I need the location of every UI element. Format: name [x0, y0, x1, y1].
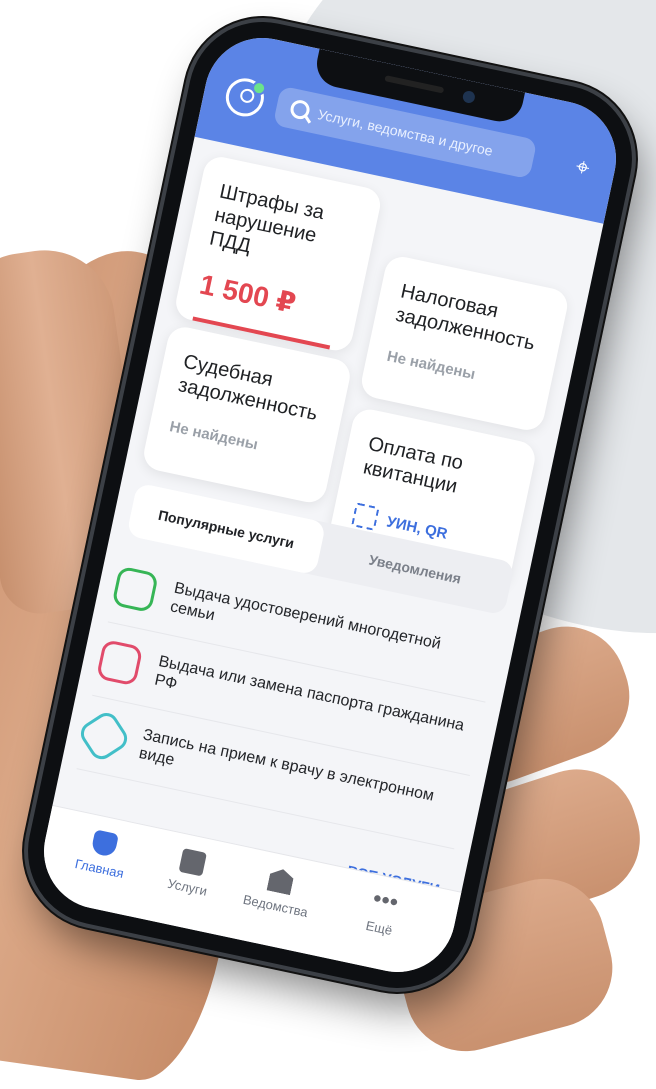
search-icon — [288, 98, 312, 121]
tax-status: Не найдены — [385, 347, 477, 384]
nav-services[interactable]: Услуги — [142, 841, 239, 904]
tax-title: Налоговая задолженность — [393, 280, 537, 355]
shield-icon — [90, 829, 119, 858]
fines-title: Штрафы за нарушение ПДД — [207, 180, 327, 258]
camera — [461, 89, 476, 105]
online-status-dot — [250, 79, 268, 97]
fines-amount: 1 500 ₽ — [196, 268, 299, 320]
court-title: Судебная задолженность — [176, 350, 320, 426]
court-card[interactable]: Судебная задолженность Не найдены — [140, 324, 354, 506]
bank-icon — [267, 867, 295, 895]
fines-card[interactable]: Штрафы за нарушение ПДД 1 500 ₽ — [172, 153, 384, 354]
profile-avatar[interactable] — [222, 74, 268, 120]
qr-code-icon — [351, 502, 380, 531]
receipt-title: Оплата по квитанции — [361, 432, 466, 498]
court-status: Не найдены — [168, 418, 260, 454]
tax-card[interactable]: Налоговая задолженность Не найдены — [358, 253, 571, 434]
speaker — [384, 75, 445, 94]
nav-services-label: Услуги — [166, 875, 209, 899]
nav-more[interactable]: ••• Ещё — [334, 882, 431, 945]
nav-home[interactable]: Главная — [54, 822, 151, 885]
medical-cross-icon — [76, 708, 132, 764]
passport-icon — [95, 638, 144, 687]
nav-departments[interactable]: Ведомства — [230, 860, 327, 923]
nav-home-label: Главная — [73, 856, 126, 881]
family-certificate-icon — [111, 565, 159, 614]
location-pin-icon[interactable]: ⌖ — [570, 152, 595, 184]
briefcase-icon — [178, 848, 207, 877]
more-icon: ••• — [370, 884, 401, 917]
nav-departments-label: Ведомства — [241, 891, 310, 921]
nav-more-label: Ещё — [364, 917, 394, 939]
